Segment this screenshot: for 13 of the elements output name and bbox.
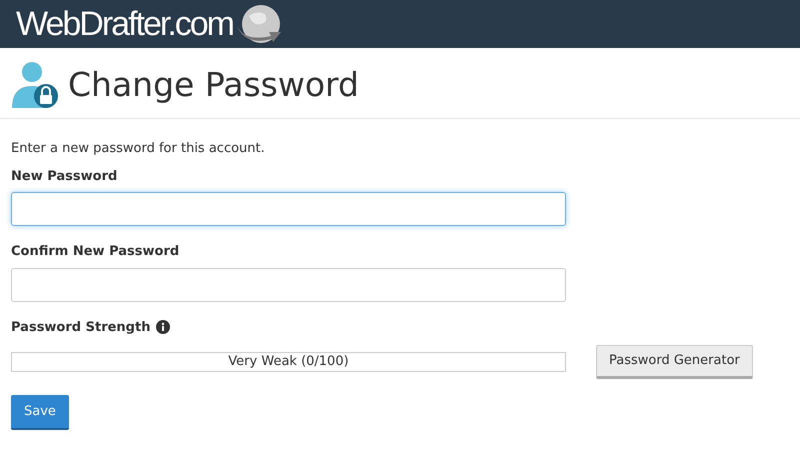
field-label: Confirm New Password <box>11 243 180 261</box>
password-field[interactable] <box>11 268 566 302</box>
save-button[interactable]: Save <box>11 395 69 430</box>
page-title: Change Password <box>68 68 359 100</box>
info-icon[interactable] <box>156 320 170 334</box>
intro-text: Enter a new password for this account. <box>11 140 266 158</box>
strength-reading: Very Weak (0/100) <box>227 353 350 371</box>
logo-text[interactable]: WebDrafter.com <box>16 7 234 41</box>
user-lock-icon <box>10 60 60 108</box>
password-field[interactable] <box>11 192 566 226</box>
strength-label: Password Strength <box>11 318 150 336</box>
password-generator-button[interactable]: Password Generator <box>596 345 753 379</box>
field-label: New Password <box>11 168 118 186</box>
